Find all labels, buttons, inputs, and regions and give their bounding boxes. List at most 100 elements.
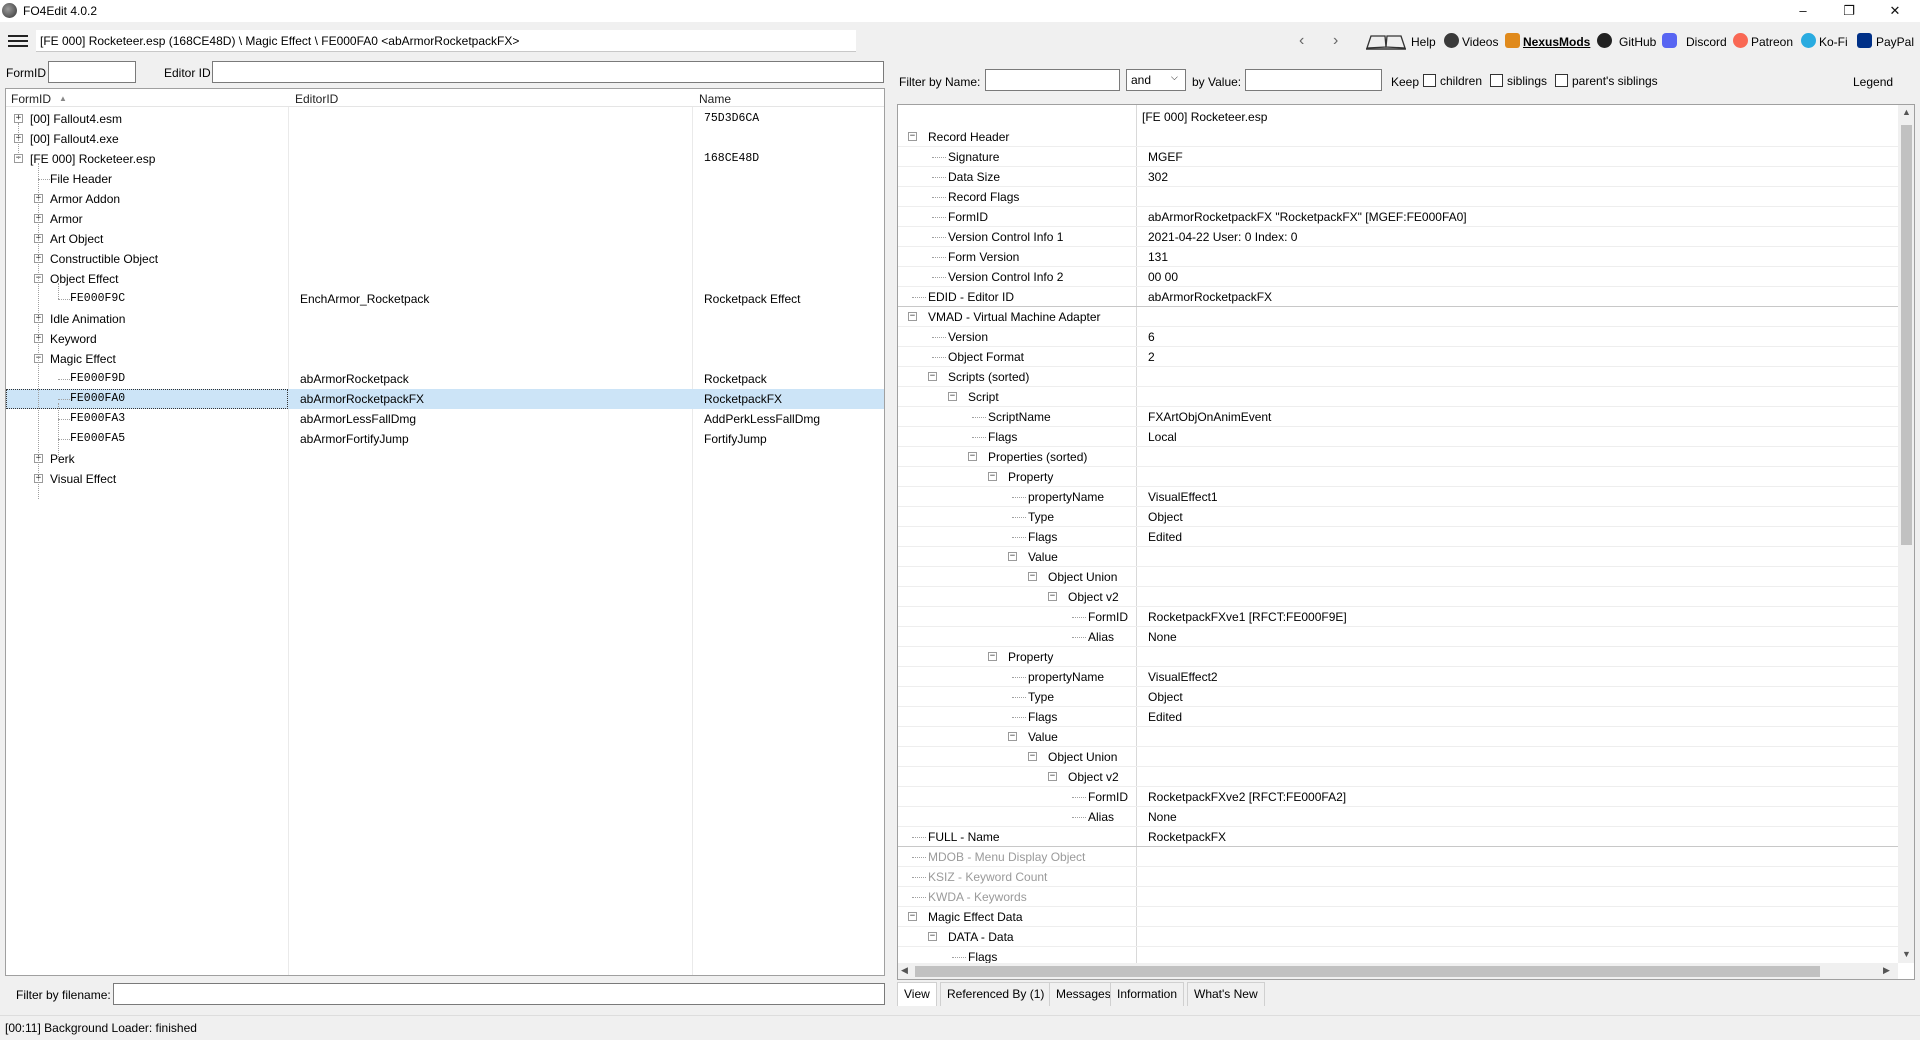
scroll-down-icon[interactable]: ▼ bbox=[1902, 949, 1911, 959]
tree-row[interactable]: − Magic Effect bbox=[6, 349, 884, 369]
formid-filter-input[interactable] bbox=[48, 61, 136, 83]
filter-by-value-input[interactable] bbox=[1245, 69, 1382, 91]
editorid-column-header[interactable]: EditorID bbox=[295, 92, 338, 106]
record-row[interactable]: Type Object bbox=[898, 687, 1898, 707]
tree-row[interactable]: + Constructible Object bbox=[6, 249, 884, 269]
record-row[interactable]: − Object v2 bbox=[898, 587, 1898, 607]
record-row[interactable]: Form Version 131 bbox=[898, 247, 1898, 267]
parents-siblings-checkbox[interactable] bbox=[1555, 74, 1568, 87]
tab-view[interactable]: View bbox=[897, 982, 937, 1006]
paypal-link[interactable]: PayPal bbox=[1876, 35, 1914, 49]
tab-messages[interactable]: Messages bbox=[1049, 982, 1118, 1006]
collapse-icon[interactable]: − bbox=[908, 312, 917, 321]
record-row[interactable]: − Object v2 bbox=[898, 767, 1898, 787]
siblings-checkbox[interactable] bbox=[1490, 74, 1503, 87]
github-link[interactable]: GitHub bbox=[1619, 35, 1656, 49]
forward-arrow-icon[interactable]: › bbox=[1333, 32, 1338, 50]
tree-row[interactable]: + Keyword bbox=[6, 329, 884, 349]
record-row[interactable]: − Magic Effect Data bbox=[898, 907, 1898, 927]
collapse-icon[interactable]: − bbox=[1048, 592, 1057, 601]
record-tree[interactable]: FormID ▲ EditorID Name + [00] Fallout4.es… bbox=[5, 88, 885, 976]
record-row[interactable]: − Object Union bbox=[898, 747, 1898, 767]
tree-row[interactable]: FE000FA5 abArmorFortifyJump FortifyJump bbox=[6, 429, 884, 449]
horizontal-scrollbar[interactable]: ◀ ▶ bbox=[898, 963, 1898, 979]
record-row[interactable]: − Property bbox=[898, 647, 1898, 667]
filename-filter-input[interactable] bbox=[113, 983, 885, 1005]
record-row[interactable]: − Property bbox=[898, 467, 1898, 487]
horizontal-scroll-thumb[interactable] bbox=[915, 966, 1820, 977]
record-row[interactable]: Data Size 302 bbox=[898, 167, 1898, 187]
record-row[interactable]: Version Control Info 1 2021-04-22 User: 0… bbox=[898, 227, 1898, 247]
record-row[interactable]: Flags Edited bbox=[898, 707, 1898, 727]
record-row[interactable]: − Properties (sorted) bbox=[898, 447, 1898, 467]
tree-row[interactable]: + Perk bbox=[6, 449, 884, 469]
collapse-icon[interactable]: − bbox=[908, 912, 917, 921]
collapse-icon[interactable]: − bbox=[908, 132, 917, 141]
collapse-icon[interactable]: − bbox=[988, 472, 997, 481]
filter-operator-select[interactable]: and ⌵ bbox=[1126, 69, 1186, 91]
record-row[interactable]: FormID RocketpackFXve1 [RFCT:FE000F9E] bbox=[898, 607, 1898, 627]
record-row[interactable]: Alias None bbox=[898, 627, 1898, 647]
scroll-left-icon[interactable]: ◀ bbox=[901, 965, 908, 976]
record-row[interactable]: Version 6 bbox=[898, 327, 1898, 347]
scroll-up-icon[interactable]: ▲ bbox=[1902, 107, 1911, 117]
record-row[interactable]: ScriptName FXArtObjOnAnimEvent bbox=[898, 407, 1898, 427]
close-button[interactable]: ✕ bbox=[1872, 0, 1918, 22]
children-checkbox[interactable] bbox=[1423, 74, 1436, 87]
collapse-icon[interactable]: − bbox=[1028, 572, 1037, 581]
record-row[interactable]: − Scripts (sorted) bbox=[898, 367, 1898, 387]
record-row[interactable]: Alias None bbox=[898, 807, 1898, 827]
navigation-path[interactable]: [FE 000] Rocketeer.esp (168CE48D) \ Magi… bbox=[36, 30, 856, 52]
tree-row[interactable]: + Armor bbox=[6, 209, 884, 229]
tree-row[interactable]: + Armor Addon bbox=[6, 189, 884, 209]
tab-information[interactable]: Information bbox=[1110, 982, 1185, 1006]
tree-row[interactable]: + Art Object bbox=[6, 229, 884, 249]
record-row[interactable]: FormID RocketpackFXve2 [RFCT:FE000FA2] bbox=[898, 787, 1898, 807]
tree-row[interactable]: FE000F9D abArmorRocketpack Rocketpack bbox=[6, 369, 884, 389]
book-icon[interactable] bbox=[1365, 33, 1407, 50]
tree-row[interactable]: + Idle Animation bbox=[6, 309, 884, 329]
back-arrow-icon[interactable]: ‹ bbox=[1299, 32, 1304, 50]
collapse-icon[interactable]: − bbox=[928, 372, 937, 381]
tab-referenced-by[interactable]: Referenced By (1) bbox=[940, 982, 1052, 1006]
record-row[interactable]: Record Flags bbox=[898, 187, 1898, 207]
record-row[interactable]: Type Object bbox=[898, 507, 1898, 527]
expand-icon[interactable]: + bbox=[14, 114, 23, 123]
record-row[interactable]: − DATA - Data bbox=[898, 927, 1898, 947]
nexusmods-link[interactable]: NexusMods bbox=[1523, 35, 1590, 49]
collapse-icon[interactable]: − bbox=[1048, 772, 1057, 781]
collapse-icon[interactable]: − bbox=[988, 652, 997, 661]
maximize-button[interactable]: ❐ bbox=[1826, 0, 1872, 22]
record-row[interactable]: − Value bbox=[898, 547, 1898, 567]
record-row[interactable]: FormID abArmorRocketpackFX "RocketpackFX"… bbox=[898, 207, 1898, 227]
tab-whats-new[interactable]: What's New bbox=[1187, 982, 1265, 1006]
record-row[interactable]: propertyName VisualEffect2 bbox=[898, 667, 1898, 687]
record-row[interactable]: MDOB - Menu Display Object bbox=[898, 847, 1898, 867]
patreon-link[interactable]: Patreon bbox=[1751, 35, 1793, 49]
help-link[interactable]: Help bbox=[1411, 35, 1436, 49]
record-row[interactable]: − Record Header bbox=[898, 127, 1898, 147]
discord-link[interactable]: Discord bbox=[1686, 35, 1727, 49]
name-column-header[interactable]: Name bbox=[699, 92, 731, 106]
minimize-button[interactable]: – bbox=[1780, 0, 1826, 22]
record-row[interactable]: − VMAD - Virtual Machine Adapter bbox=[898, 307, 1898, 327]
legend-button[interactable]: Legend bbox=[1853, 75, 1893, 89]
record-row[interactable]: − Script bbox=[898, 387, 1898, 407]
record-row[interactable]: Flags bbox=[898, 947, 1898, 963]
collapse-icon[interactable]: − bbox=[968, 452, 977, 461]
collapse-icon[interactable]: − bbox=[928, 932, 937, 941]
record-row[interactable]: Flags Edited bbox=[898, 527, 1898, 547]
filter-by-name-input[interactable] bbox=[985, 69, 1120, 91]
record-row[interactable]: − Value bbox=[898, 727, 1898, 747]
collapse-icon[interactable]: − bbox=[1028, 752, 1037, 761]
record-row[interactable]: propertyName VisualEffect1 bbox=[898, 487, 1898, 507]
record-row[interactable]: EDID - Editor ID abArmorRocketpackFX bbox=[898, 287, 1898, 307]
tree-row[interactable]: − Object Effect bbox=[6, 269, 884, 289]
editorid-filter-input[interactable] bbox=[212, 61, 884, 83]
tree-row[interactable]: + Visual Effect bbox=[6, 469, 884, 489]
record-row[interactable]: Signature MGEF bbox=[898, 147, 1898, 167]
tree-row[interactable]: + [00] Fallout4.exe bbox=[6, 129, 884, 149]
record-row[interactable]: − Object Union bbox=[898, 567, 1898, 587]
record-row[interactable]: Version Control Info 2 00 00 bbox=[898, 267, 1898, 287]
record-view[interactable]: [FE 000] Rocketeer.esp − Record Header Sig… bbox=[897, 104, 1915, 980]
